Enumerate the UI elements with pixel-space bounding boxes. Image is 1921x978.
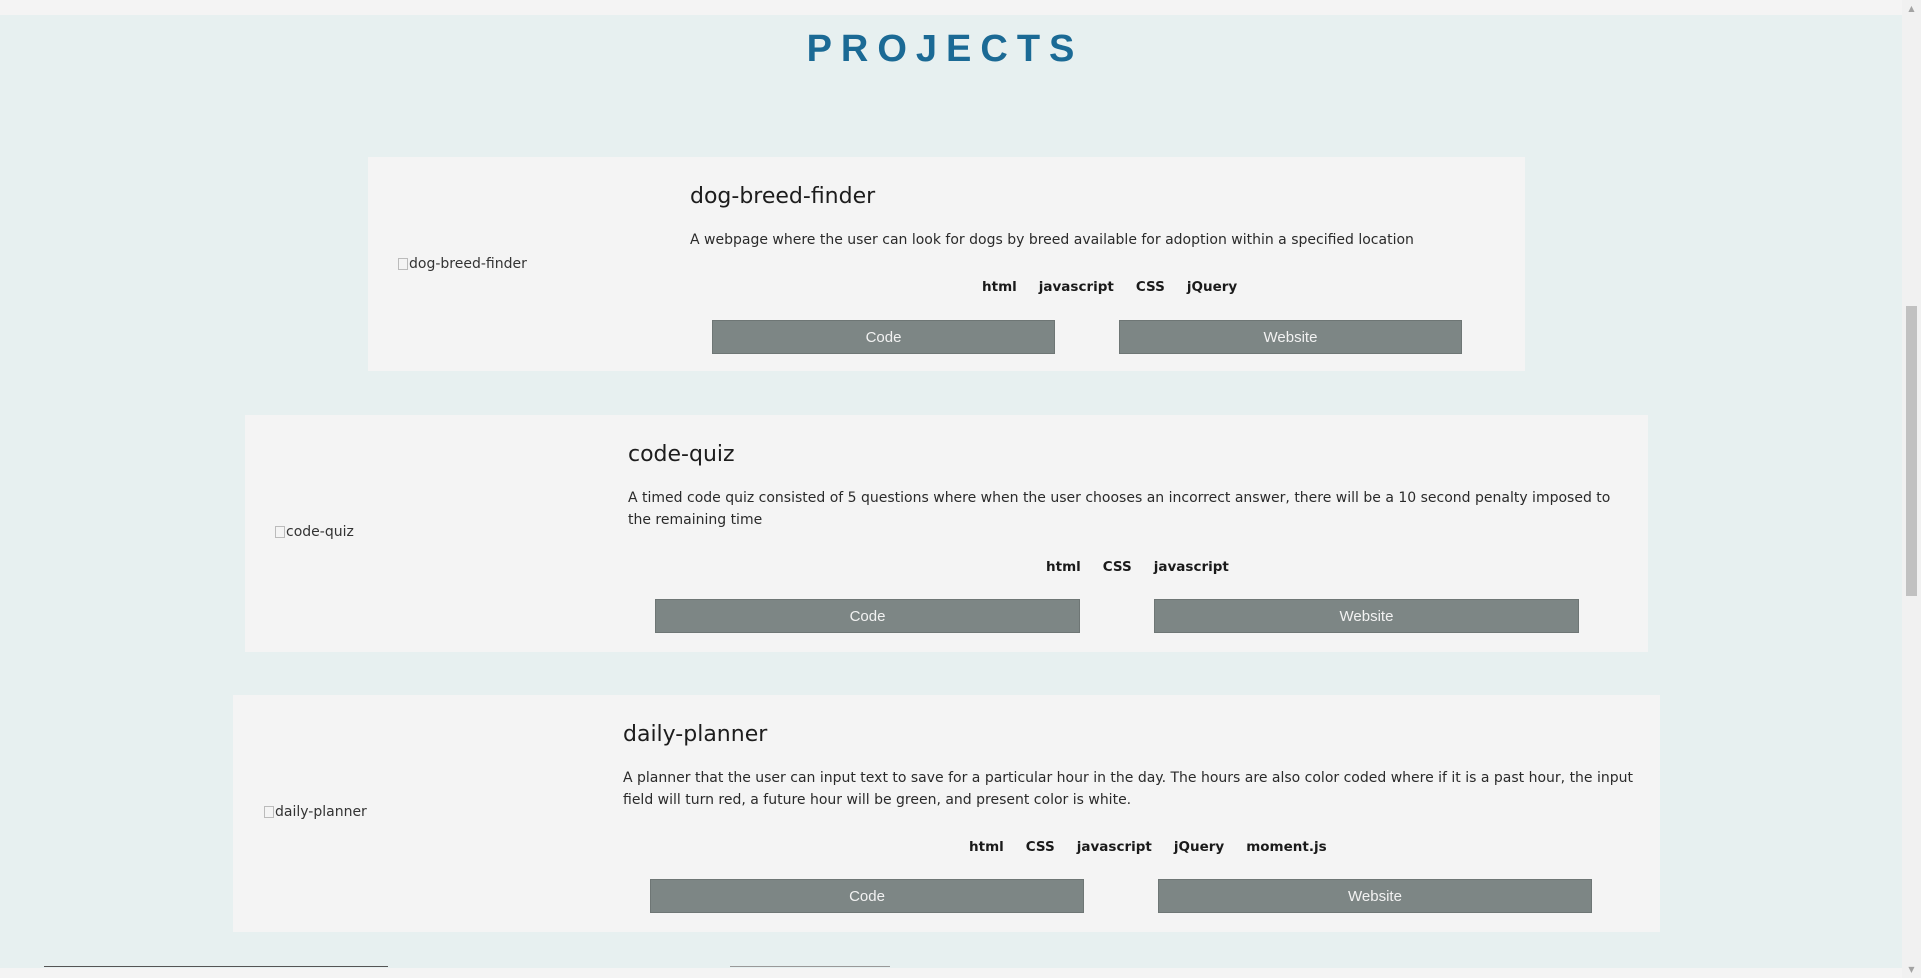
tech-tag: javascript	[1153, 559, 1229, 575]
next-section-edge	[0, 968, 1902, 978]
project-image: daily-planner	[264, 804, 367, 820]
tech-tag: CSS	[1102, 559, 1132, 575]
website-button[interactable]: Website	[1158, 879, 1592, 913]
tech-tag: html	[1046, 559, 1081, 575]
broken-image-icon	[398, 258, 408, 270]
website-button[interactable]: Website	[1119, 320, 1462, 354]
divider	[730, 966, 890, 967]
project-card: daily-planner daily-planner A planner th…	[233, 695, 1660, 932]
project-description: A webpage where the user can look for do…	[690, 232, 1414, 248]
project-description: A timed code quiz consisted of 5 questio…	[628, 490, 1611, 528]
project-description: A planner that the user can input text t…	[623, 770, 1634, 808]
tech-tag: javascript	[1076, 839, 1152, 855]
divider	[44, 966, 388, 967]
scroll-down-icon[interactable]: ▼	[1902, 961, 1921, 978]
tech-tag: jQuery	[1173, 839, 1225, 855]
tech-tag: CSS	[1135, 279, 1165, 295]
tech-tag: moment.js	[1246, 839, 1327, 855]
tech-tag: javascript	[1038, 279, 1114, 295]
code-button[interactable]: Code	[655, 599, 1080, 633]
project-title: code-quiz	[628, 442, 735, 467]
vertical-scrollbar[interactable]: ▲ ▼	[1902, 0, 1921, 978]
broken-image-icon	[275, 526, 285, 538]
project-title: daily-planner	[623, 722, 768, 747]
section-title: PROJECTS	[806, 28, 1084, 70]
project-card: code-quiz code-quiz A timed code quiz co…	[245, 415, 1648, 652]
code-button[interactable]: Code	[712, 320, 1055, 354]
tech-tag: CSS	[1025, 839, 1055, 855]
scrollbar-thumb[interactable]	[1906, 306, 1917, 596]
tech-tags: html CSS javascript	[1046, 559, 1229, 575]
tech-tags: html CSS javascript jQuery moment.js	[969, 839, 1327, 855]
code-button[interactable]: Code	[650, 879, 1084, 913]
tech-tag: html	[969, 839, 1004, 855]
project-image: code-quiz	[275, 524, 354, 540]
project-image: dog-breed-finder	[398, 256, 527, 272]
broken-image-icon	[264, 806, 274, 818]
project-card: dog-breed-finder dog-breed-finder A webp…	[368, 157, 1525, 371]
tech-tags: html javascript CSS jQuery	[982, 279, 1237, 295]
tech-tag: jQuery	[1186, 279, 1238, 295]
tech-tag: html	[982, 279, 1017, 295]
website-button[interactable]: Website	[1154, 599, 1579, 633]
scroll-up-icon[interactable]: ▲	[1902, 0, 1921, 17]
project-title: dog-breed-finder	[690, 184, 876, 209]
previous-section-edge	[0, 0, 1902, 15]
